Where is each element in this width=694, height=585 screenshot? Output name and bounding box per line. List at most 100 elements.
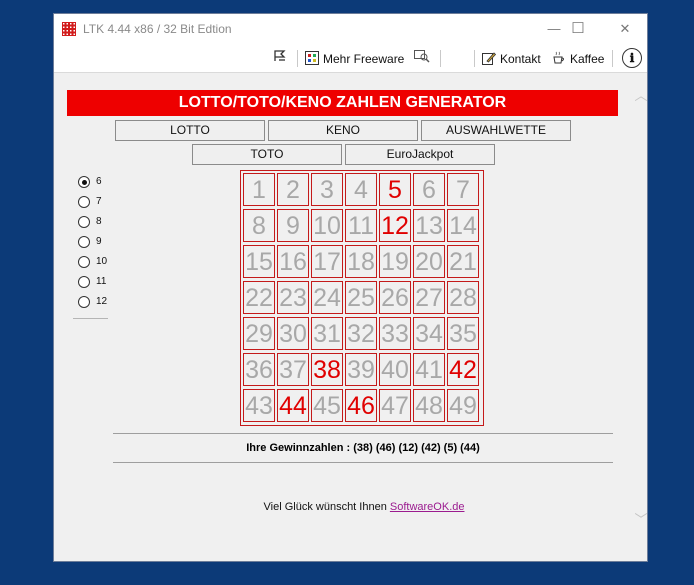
softwareok-link[interactable]: SoftwareOK.de [390,501,465,513]
number-cell[interactable]: 48 [413,389,445,422]
menu-separator [612,50,613,67]
number-cell[interactable]: 35 [447,317,479,350]
number-grid: 1 2 3 4 5 6 7 8 9 10 11 12 13 14 15 16 17 18 19 20 21 22 23 24 2… [240,170,484,426]
radio-label: 11 [96,276,107,287]
number-cell[interactable]: 3 [311,173,343,206]
number-cell[interactable]: 10 [311,209,343,242]
radio-label: 8 [96,216,102,227]
number-cell[interactable]: 4 [345,173,377,206]
generator-banner: LOTTO/TOTO/KENO ZAHLEN GENERATOR [67,90,618,116]
scroll-up-icon[interactable]: ︿ [629,85,653,104]
number-cell[interactable]: 28 [447,281,479,314]
number-cell[interactable]: 27 [413,281,445,314]
number-cell[interactable]: 8 [243,209,275,242]
radio-button[interactable] [78,216,90,228]
number-cell[interactable]: 34 [413,317,445,350]
radio-button[interactable] [78,176,90,188]
number-cell[interactable]: 24 [311,281,343,314]
number-cell[interactable]: 5 [379,173,411,206]
radio-label: 9 [96,236,102,247]
number-cell[interactable]: 20 [413,245,445,278]
radio-label: 12 [96,296,108,307]
number-cell[interactable]: 1 [243,173,275,206]
grid-icon [305,51,319,65]
eurojackpot-button[interactable]: EuroJackpot [345,144,495,165]
app-icon [62,22,76,36]
scroll-down-icon[interactable]: ﹀ [629,509,653,528]
number-cell[interactable]: 46 [345,389,377,422]
number-cell[interactable]: 19 [379,245,411,278]
number-cell[interactable]: 15 [243,245,275,278]
maximize-button[interactable]: ☐ [561,18,595,40]
number-cell[interactable]: 22 [243,281,275,314]
menu-mehr-freeware[interactable]: Mehr Freeware [305,49,404,69]
number-cell[interactable]: 49 [447,389,479,422]
footer: Viel Glück wünscht Ihnen SoftwareOK.de [114,501,614,513]
menu-separator [297,50,298,67]
number-cell[interactable]: 9 [277,209,309,242]
number-cell[interactable]: 21 [447,245,479,278]
number-cell[interactable]: 13 [413,209,445,242]
number-cell[interactable]: 11 [345,209,377,242]
number-cell[interactable]: 25 [345,281,377,314]
number-cell[interactable]: 40 [379,353,411,386]
app-window: LTK 4.44 x86 / 32 Bit Edtion — ☐ ✕ Mehr … [53,13,648,562]
lotto-button[interactable]: LOTTO [115,120,265,141]
number-cell[interactable]: 6 [413,173,445,206]
number-cell[interactable]: 16 [277,245,309,278]
number-cell[interactable]: 29 [243,317,275,350]
radio-divider [73,318,108,319]
divider [113,433,613,434]
number-cell[interactable]: 45 [311,389,343,422]
menu-separator [440,50,441,67]
window-title: LTK 4.44 x86 / 32 Bit Edtion [83,22,232,36]
number-cell[interactable]: 30 [277,317,309,350]
number-cell[interactable]: 26 [379,281,411,314]
search-icon[interactable] [414,49,430,69]
number-cell[interactable]: 47 [379,389,411,422]
number-cell[interactable]: 39 [345,353,377,386]
radio-button[interactable] [78,256,90,268]
number-cell[interactable]: 38 [311,353,343,386]
menu-kaffee[interactable]: Kaffee [552,49,604,69]
info-icon[interactable]: ℹ [622,48,642,68]
number-cell[interactable]: 32 [345,317,377,350]
number-cell[interactable]: 37 [277,353,309,386]
title-bar[interactable]: LTK 4.44 x86 / 32 Bit Edtion — ☐ ✕ [54,14,647,45]
number-cell[interactable]: 41 [413,353,445,386]
keno-button[interactable]: KENO [268,120,418,141]
flag-icon[interactable] [273,49,287,69]
number-cell[interactable]: 2 [277,173,309,206]
footer-text: Viel Glück wünscht Ihnen [263,501,387,513]
number-cell[interactable]: 31 [311,317,343,350]
menu-kontakt-label: Kontakt [500,52,541,66]
radio-label: 10 [96,256,108,267]
toto-button[interactable]: TOTO [192,144,342,165]
number-cell[interactable]: 36 [243,353,275,386]
vertical-scrollbar[interactable]: ︿ ﹀ [634,73,648,561]
winning-numbers: Ihre Gewinnzahlen : (38) (46) (12) (42) … [246,442,480,454]
auswahlwette-button[interactable]: AUSWAHLWETTE [421,120,571,141]
number-cell[interactable]: 23 [277,281,309,314]
radio-button[interactable] [78,296,90,308]
menu-kontakt[interactable]: Kontakt [482,49,541,69]
radio-button[interactable] [78,276,90,288]
number-cell[interactable]: 42 [447,353,479,386]
number-cell[interactable]: 12 [379,209,411,242]
number-cell[interactable]: 17 [311,245,343,278]
main-panel: LOTTO/TOTO/KENO ZAHLEN GENERATOR LOTTO K… [54,73,636,561]
menu-kaffee-label: Kaffee [570,52,605,66]
number-cell[interactable]: 44 [277,389,309,422]
divider [113,462,613,463]
radio-button[interactable] [78,236,90,248]
radio-button[interactable] [78,196,90,208]
number-cell[interactable]: 7 [447,173,479,206]
number-cell[interactable]: 14 [447,209,479,242]
coffee-icon [553,51,564,64]
menu-bar: Mehr Freeware Kontakt Kaffee ℹ [54,45,647,73]
number-cell[interactable]: 33 [379,317,411,350]
number-cell[interactable]: 18 [345,245,377,278]
number-cell[interactable]: 43 [243,389,275,422]
radio-label: 7 [96,196,102,207]
close-button[interactable]: ✕ [608,18,642,40]
